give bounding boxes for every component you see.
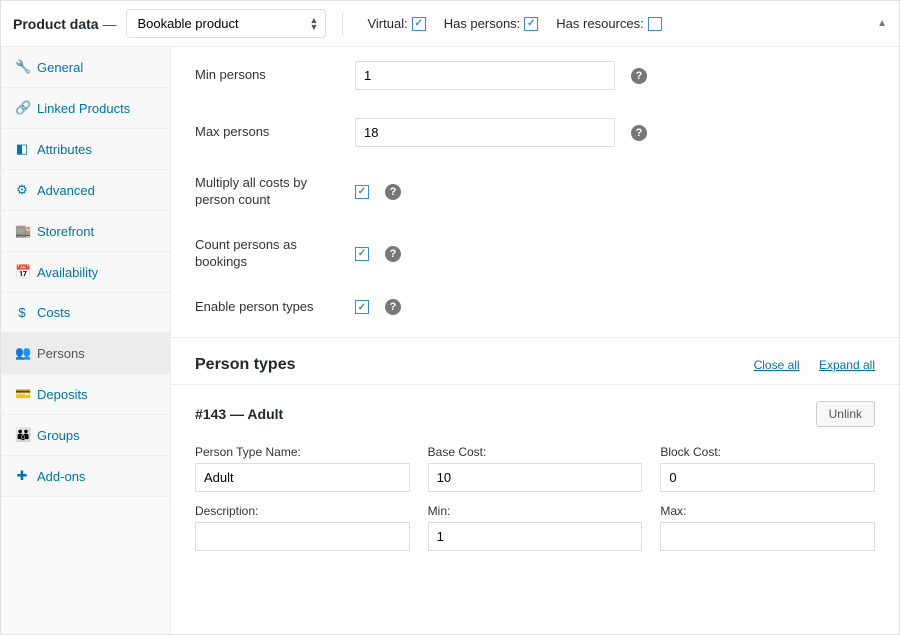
unlink-button[interactable]: Unlink [816, 401, 875, 427]
has-resources-label: Has resources: [556, 16, 643, 31]
store-icon: 🏬 [15, 223, 29, 239]
description-label: Description: [195, 504, 410, 518]
help-icon[interactable]: ? [631, 68, 647, 84]
sidebar-item-costs[interactable]: $ Costs [1, 293, 170, 333]
close-all-link[interactable]: Close all [754, 358, 800, 372]
sidebar-item-label: Availability [37, 265, 98, 280]
help-icon[interactable]: ? [385, 299, 401, 315]
min-persons-input[interactable] [355, 61, 615, 90]
sidebar-item-add-ons[interactable]: ✚ Add-ons [1, 456, 170, 497]
help-icon[interactable]: ? [631, 125, 647, 141]
panel-body: 🔧 General 🔗 Linked Products ◧ Attributes ⚙ A… [1, 47, 899, 634]
person-type-item-header: #143 — Adult Unlink [195, 401, 875, 427]
header-divider [342, 13, 343, 35]
persons-icon: 👥 [15, 345, 29, 361]
virtual-label: Virtual: [367, 16, 407, 31]
block-cost-label: Block Cost: [660, 445, 875, 459]
gear-icon: ⚙ [15, 182, 29, 198]
card-icon: 💳 [15, 386, 29, 402]
sidebar-item-groups[interactable]: 👪 Groups [1, 415, 170, 456]
enable-person-types-row: Enable person types ? [171, 285, 899, 330]
max-persons-label: Max persons [195, 124, 345, 141]
min-persons-label: Min persons [195, 67, 345, 84]
base-cost-label: Base Cost: [428, 445, 643, 459]
sidebar-item-label: General [37, 60, 83, 75]
sidebar-item-deposits[interactable]: 💳 Deposits [1, 374, 170, 415]
sidebar-item-label: Advanced [37, 183, 95, 198]
product-type-select[interactable]: Bookable product [126, 9, 326, 38]
description-field: Description: [195, 504, 410, 551]
multiply-costs-row: Multiply all costs by person count ? [171, 161, 899, 223]
help-icon[interactable]: ? [385, 184, 401, 200]
sidebar-item-label: Costs [37, 305, 70, 320]
attributes-icon: ◧ [15, 141, 29, 157]
person-types-heading: Person types [195, 356, 295, 374]
person-type-name-label: Person Type Name: [195, 445, 410, 459]
person-type-item: #143 — Adult Unlink Person Type Name: Ba… [171, 384, 899, 567]
virtual-field: Virtual: [367, 16, 425, 31]
person-types-header: Person types Close all Expand all [171, 338, 899, 384]
min-persons-row: Min persons ? [171, 47, 899, 104]
plus-icon: ✚ [15, 468, 29, 484]
wrench-icon: 🔧 [15, 59, 29, 75]
description-input[interactable] [195, 522, 410, 551]
has-persons-field: Has persons: [444, 16, 539, 31]
multiply-costs-label: Multiply all costs by person count [195, 175, 345, 209]
person-type-name-field: Person Type Name: [195, 445, 410, 492]
expand-all-link[interactable]: Expand all [819, 358, 875, 372]
sidebar-item-storefront[interactable]: 🏬 Storefront [1, 211, 170, 252]
content-area: Min persons ? Max persons ? Multiply all… [171, 47, 899, 634]
sidebar-item-label: Deposits [37, 387, 88, 402]
sidebar-item-persons[interactable]: 👥 Persons [1, 333, 170, 374]
sidebar-item-label: Storefront [37, 224, 94, 239]
panel-header: Product data — Bookable product ▲▼ Virtu… [1, 1, 899, 47]
min-input[interactable] [428, 522, 643, 551]
sidebar: 🔧 General 🔗 Linked Products ◧ Attributes ⚙ A… [1, 47, 171, 634]
max-label: Max: [660, 504, 875, 518]
person-type-title: #143 — Adult [195, 406, 283, 422]
link-icon: 🔗 [15, 100, 29, 116]
calendar-icon: 📅 [15, 264, 29, 280]
max-input[interactable] [660, 522, 875, 551]
virtual-checkbox[interactable] [412, 17, 426, 31]
base-cost-input[interactable] [428, 463, 643, 492]
min-label: Min: [428, 504, 643, 518]
sidebar-item-label: Add-ons [37, 469, 85, 484]
has-resources-checkbox[interactable] [648, 17, 662, 31]
block-cost-field: Block Cost: [660, 445, 875, 492]
collapse-icon[interactable]: ▲ [877, 18, 887, 29]
has-resources-field: Has resources: [556, 16, 661, 31]
person-type-name-input[interactable] [195, 463, 410, 492]
has-persons-label: Has persons: [444, 16, 521, 31]
product-data-panel: Product data — Bookable product ▲▼ Virtu… [0, 0, 900, 635]
panel-title: Product data — [13, 16, 116, 32]
count-persons-checkbox[interactable] [355, 247, 369, 261]
sidebar-item-label: Linked Products [37, 101, 130, 116]
sidebar-item-availability[interactable]: 📅 Availability [1, 252, 170, 293]
max-persons-input[interactable] [355, 118, 615, 147]
max-field: Max: [660, 504, 875, 551]
base-cost-field: Base Cost: [428, 445, 643, 492]
sidebar-item-label: Groups [37, 428, 80, 443]
group-icon: 👪 [15, 427, 29, 443]
count-persons-label: Count persons as bookings [195, 237, 345, 271]
min-field: Min: [428, 504, 643, 551]
enable-person-types-label: Enable person types [195, 299, 345, 316]
sidebar-item-advanced[interactable]: ⚙ Advanced [1, 170, 170, 211]
dollar-icon: $ [15, 305, 29, 320]
sidebar-item-label: Persons [37, 346, 85, 361]
sidebar-item-general[interactable]: 🔧 General [1, 47, 170, 88]
max-persons-row: Max persons ? [171, 104, 899, 161]
sidebar-item-linked-products[interactable]: 🔗 Linked Products [1, 88, 170, 129]
has-persons-checkbox[interactable] [524, 17, 538, 31]
block-cost-input[interactable] [660, 463, 875, 492]
person-types-links: Close all Expand all [738, 358, 875, 372]
count-persons-row: Count persons as bookings ? [171, 223, 899, 285]
multiply-costs-checkbox[interactable] [355, 185, 369, 199]
enable-person-types-checkbox[interactable] [355, 300, 369, 314]
help-icon[interactable]: ? [385, 246, 401, 262]
sidebar-item-label: Attributes [37, 142, 92, 157]
sidebar-item-attributes[interactable]: ◧ Attributes [1, 129, 170, 170]
product-type-select-wrap: Bookable product ▲▼ [126, 9, 326, 38]
